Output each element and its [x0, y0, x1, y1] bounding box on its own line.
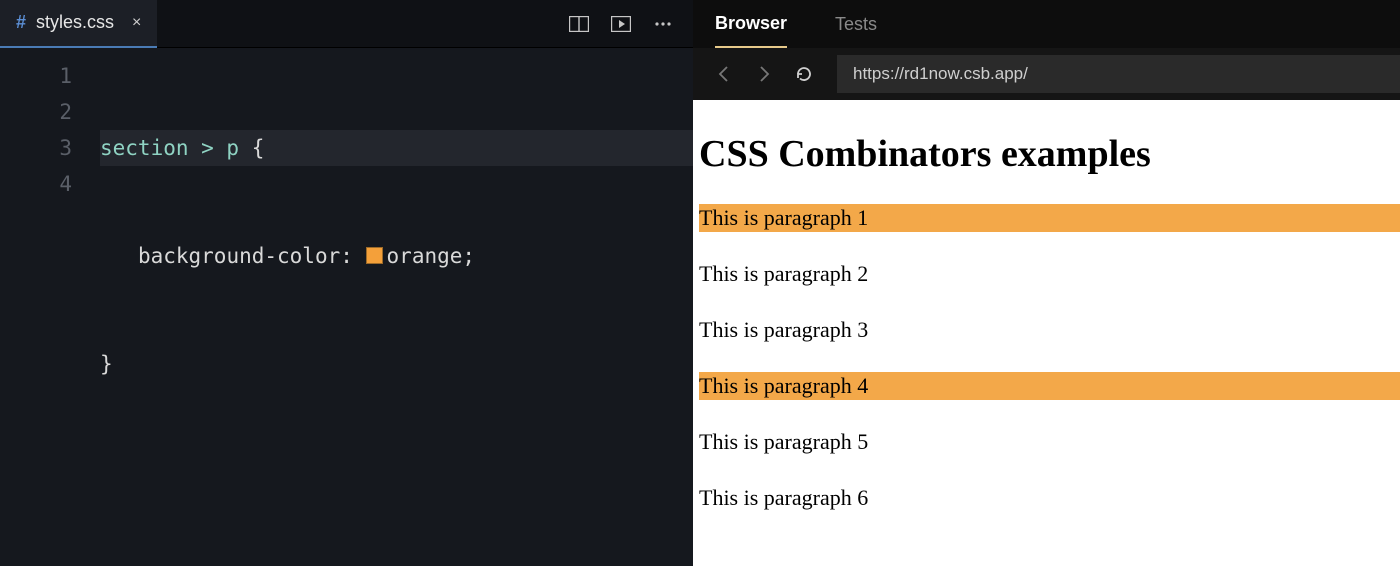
line-number: 2 — [0, 94, 100, 130]
more-icon[interactable] — [645, 6, 681, 42]
paragraph-3: This is paragraph 3 — [699, 316, 1400, 344]
line-gutter: 1 2 3 4 — [0, 48, 100, 566]
editor-toolbar — [561, 6, 693, 42]
code-line[interactable]: } — [100, 346, 693, 382]
css-property: background-color — [138, 244, 340, 268]
editor-tab-filename: styles.css — [36, 12, 114, 33]
preview-pane: Browser Tests CSS Combinators examples T… — [693, 0, 1400, 566]
css-selector: section > p — [100, 136, 239, 160]
code-content[interactable]: section > p { background-color: orange; … — [100, 48, 693, 566]
split-layout-icon[interactable] — [561, 6, 597, 42]
semicolon: ; — [462, 244, 475, 268]
url-input[interactable] — [837, 55, 1400, 93]
css-file-icon: # — [16, 12, 26, 33]
editor-pane: # styles.css × 1 2 3 4 section > p { bac… — [0, 0, 693, 566]
forward-button[interactable] — [747, 57, 781, 91]
indent — [100, 244, 138, 268]
preview-play-icon[interactable] — [603, 6, 639, 42]
css-value: orange — [387, 244, 463, 268]
code-editor[interactable]: 1 2 3 4 section > p { background-color: … — [0, 48, 693, 566]
tab-tests[interactable]: Tests — [835, 14, 877, 35]
paragraph-6: This is paragraph 6 — [699, 484, 1400, 512]
browser-viewport[interactable]: CSS Combinators examples This is paragra… — [693, 100, 1400, 566]
preview-tabbar: Browser Tests — [693, 0, 1400, 48]
line-number: 4 — [0, 166, 100, 202]
code-line[interactable]: section > p { — [100, 130, 693, 166]
line-number: 1 — [0, 58, 100, 94]
colon: : — [340, 244, 365, 268]
back-button[interactable] — [707, 57, 741, 91]
browser-address-bar — [693, 48, 1400, 100]
brace-close: } — [100, 352, 113, 376]
tab-browser-label: Browser — [715, 13, 787, 34]
paragraph-5: This is paragraph 5 — [699, 428, 1400, 456]
paragraph-4: This is paragraph 4 — [699, 372, 1400, 400]
page-heading: CSS Combinators examples — [699, 132, 1400, 176]
code-line[interactable]: background-color: orange; — [100, 238, 693, 274]
paragraph-1: This is paragraph 1 — [699, 204, 1400, 232]
close-icon[interactable]: × — [132, 14, 141, 32]
reload-button[interactable] — [787, 57, 821, 91]
paragraph-2: This is paragraph 2 — [699, 260, 1400, 288]
editor-tabbar: # styles.css × — [0, 0, 693, 48]
brace-open: { — [239, 136, 264, 160]
line-number: 3 — [0, 130, 100, 166]
tab-browser[interactable]: Browser — [715, 0, 787, 48]
color-swatch-icon[interactable] — [366, 247, 383, 264]
editor-tab-styles-css[interactable]: # styles.css × — [0, 0, 157, 48]
